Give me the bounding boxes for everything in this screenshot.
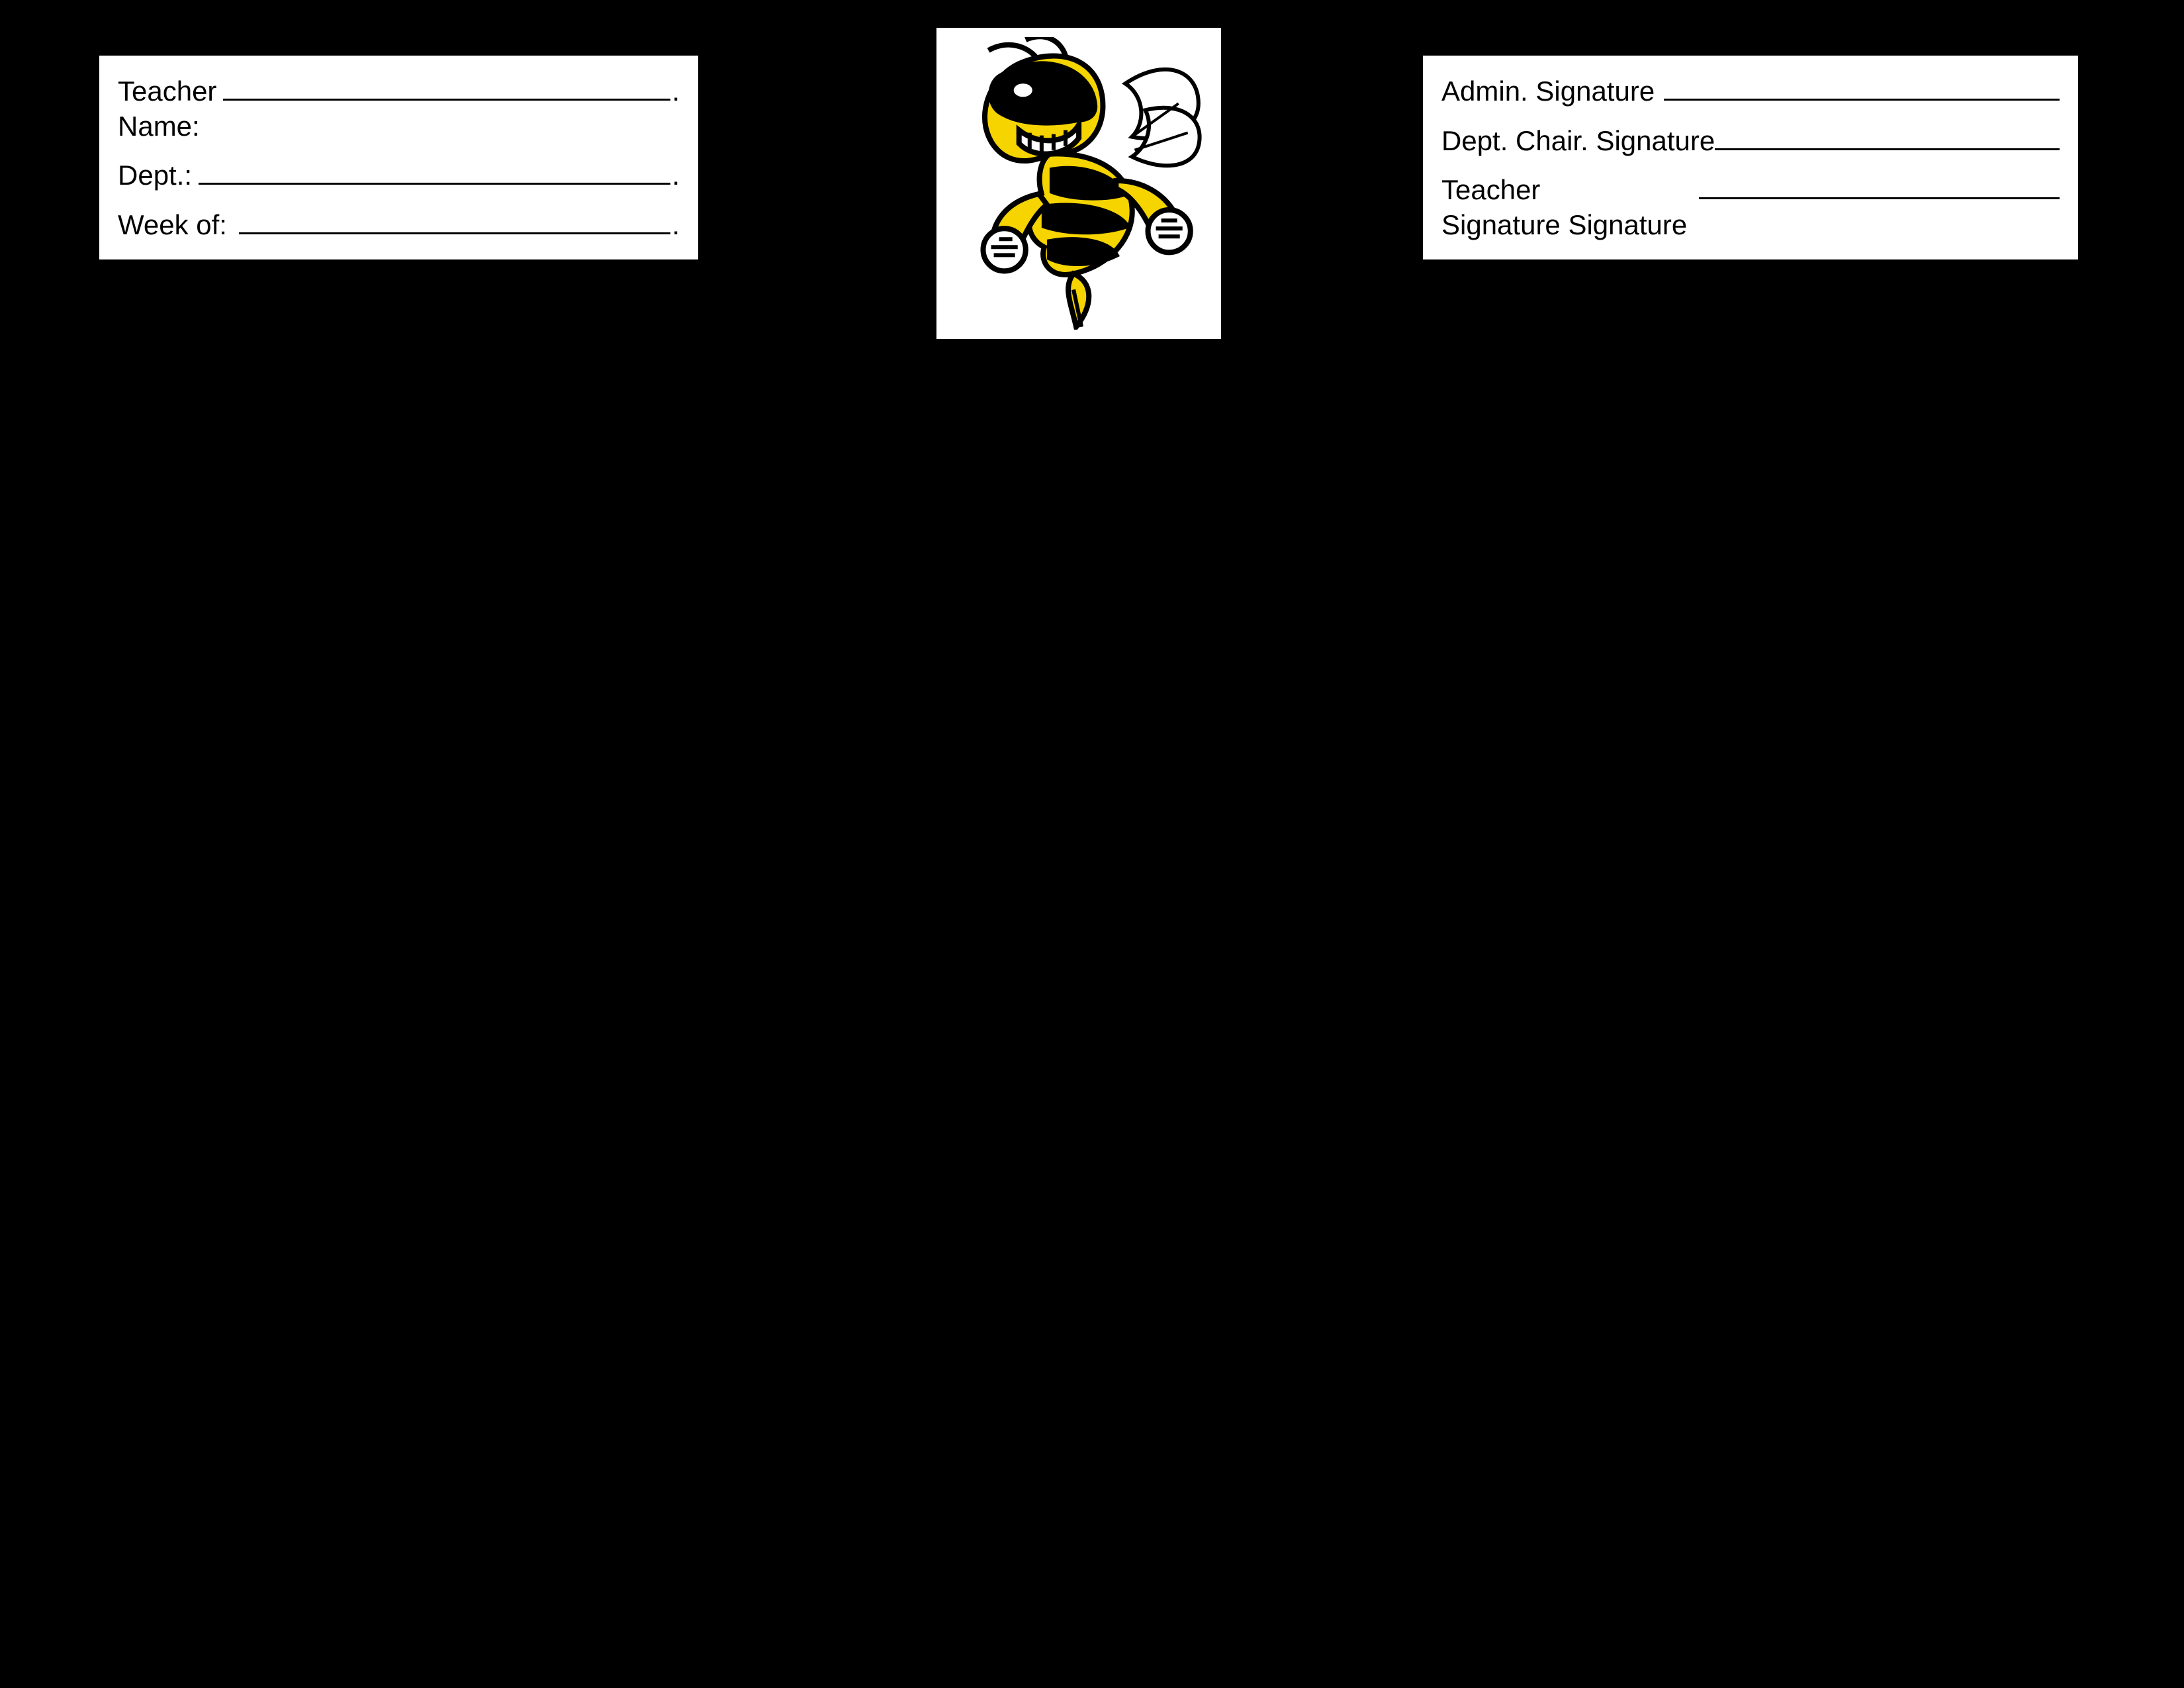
admin-signature-row: Admin. Signature xyxy=(1441,71,2060,109)
dept-chair-signature-label: Dept. Chair. Signature xyxy=(1441,124,1715,159)
week-of-dot: . xyxy=(670,208,680,243)
admin-signature-label: Admin. Signature xyxy=(1441,74,1655,109)
week-of-label: Week of: xyxy=(118,208,227,243)
admin-signature-blank[interactable] xyxy=(1664,71,2060,101)
teacher-signature-row: Teacher Signature Signature xyxy=(1441,170,2060,242)
signatures-card: Admin. Signature Dept. Chair. Signature … xyxy=(1423,56,2078,259)
teacher-info-card: Teacher Name: . Dept.: . Week of: . xyxy=(99,56,698,259)
teacher-name-dot: . xyxy=(670,74,680,109)
dept-chair-signature-row: Dept. Chair. Signature xyxy=(1441,121,2060,159)
hornet-mascot-icon xyxy=(945,37,1212,330)
teacher-name-label: Teacher Name: xyxy=(118,74,216,144)
dept-dot: . xyxy=(670,158,680,193)
dept-chair-signature-blank[interactable] xyxy=(1715,121,2060,150)
hornet-logo-box xyxy=(936,28,1221,339)
page: Teacher Name: . Dept.: . Week of: . xyxy=(0,0,2184,1688)
week-of-row: Week of: . xyxy=(118,205,680,243)
teacher-name-row: Teacher Name: . xyxy=(118,71,680,144)
week-of-blank[interactable] xyxy=(239,205,670,234)
teacher-name-blank[interactable] xyxy=(223,71,670,101)
dept-label: Dept.: xyxy=(118,158,192,193)
teacher-signature-label: Teacher Signature Signature xyxy=(1441,173,1687,242)
dept-row: Dept.: . xyxy=(118,156,680,193)
dept-blank[interactable] xyxy=(199,156,670,185)
teacher-signature-blank[interactable] xyxy=(1699,170,2060,199)
